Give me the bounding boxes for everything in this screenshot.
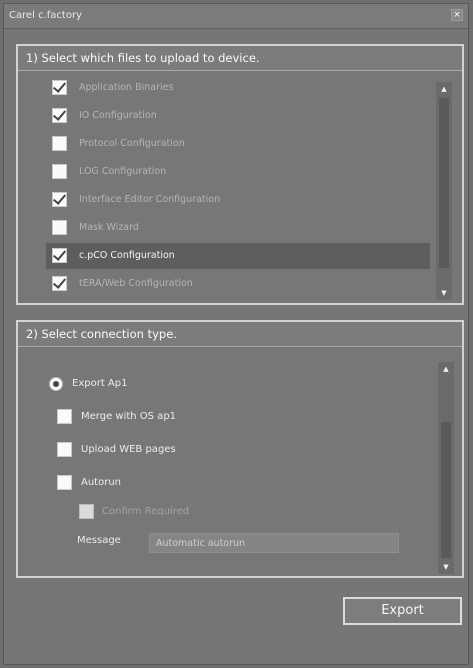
connection-scrollbar[interactable]: ▲ ▼	[438, 362, 454, 574]
checkmark-icon	[52, 247, 67, 261]
file-item-label: IO Configuration	[79, 110, 157, 121]
scroll-down-icon[interactable]: ▼	[438, 560, 454, 574]
files-group-title: 1) Select which files to upload to devic…	[26, 51, 260, 65]
export-ap1-label: Export Ap1	[72, 378, 128, 389]
file-checkbox[interactable]	[52, 107, 67, 123]
connection-group-header: 2) Select connection type.	[18, 322, 462, 347]
files-scrollbar[interactable]: ▲ ▼	[436, 82, 452, 300]
export-ap1-radio[interactable]	[49, 377, 63, 391]
file-list-item[interactable]: Application Binaries	[46, 75, 430, 101]
scroll-thumb[interactable]	[439, 98, 449, 268]
checkmark-icon	[52, 191, 67, 205]
file-list-item[interactable]: tERA/Web Configuration	[46, 271, 430, 297]
file-checkbox[interactable]	[52, 79, 67, 95]
connection-group-title: 2) Select connection type.	[26, 327, 177, 341]
autorun-checkbox[interactable]	[57, 475, 72, 490]
file-item-label: Application Binaries	[79, 82, 174, 93]
merge-os-checkbox[interactable]	[57, 409, 72, 424]
checkmark-icon	[52, 107, 67, 121]
close-icon[interactable]: ×	[451, 9, 463, 21]
file-checkbox[interactable]	[52, 275, 67, 291]
file-item-label: Mask Wizard	[79, 222, 139, 233]
file-item-label: c.pCO Configuration	[79, 250, 175, 261]
window-title: Carel c.factory	[9, 10, 83, 21]
scroll-thumb[interactable]	[441, 422, 451, 558]
file-list-item[interactable]: c.pCO Configuration	[46, 243, 430, 269]
file-checkbox[interactable]	[52, 164, 67, 179]
scroll-up-icon[interactable]: ▲	[438, 362, 454, 376]
merge-os-label: Merge with OS ap1	[81, 411, 177, 422]
file-item-label: tERA/Web Configuration	[79, 278, 193, 289]
files-group: 1) Select which files to upload to devic…	[16, 44, 464, 305]
message-field[interactable]	[149, 533, 399, 553]
title-bar: Carel c.factory ×	[4, 4, 468, 29]
message-label: Message	[77, 535, 121, 546]
file-item-label: LOG Configuration	[79, 166, 167, 177]
file-list-item[interactable]: Interface Editor Configuration	[46, 187, 430, 213]
files-list: Application Binaries IO Configuration Prot…	[46, 75, 430, 299]
export-button[interactable]: Export	[343, 597, 462, 625]
file-item-label: Protocol Configuration	[79, 138, 185, 149]
file-list-item[interactable]: IO Configuration	[46, 103, 430, 129]
confirm-required-label: Confirm Required	[102, 506, 190, 517]
upload-web-label: Upload WEB pages	[81, 444, 176, 455]
file-list-item[interactable]: Mask Wizard	[46, 215, 430, 241]
file-checkbox[interactable]	[52, 136, 67, 151]
file-list-item[interactable]: Protocol Configuration	[46, 131, 430, 157]
file-checkbox[interactable]	[52, 247, 67, 263]
main-window: Carel c.factory × 1) Select which files …	[3, 3, 469, 665]
scroll-up-icon[interactable]: ▲	[436, 82, 452, 96]
files-group-header: 1) Select which files to upload to devic…	[18, 46, 462, 71]
autorun-label: Autorun	[81, 477, 122, 488]
file-checkbox[interactable]	[52, 220, 67, 235]
radio-selected-dot	[53, 381, 59, 387]
file-list-item[interactable]: LOG Configuration	[46, 159, 430, 185]
checkmark-icon	[52, 79, 67, 93]
file-item-label: Interface Editor Configuration	[79, 194, 221, 205]
upload-web-checkbox[interactable]	[57, 442, 72, 457]
checkmark-icon	[52, 275, 67, 289]
confirm-required-checkbox[interactable]	[79, 504, 94, 519]
file-checkbox[interactable]	[52, 191, 67, 207]
scroll-down-icon[interactable]: ▼	[436, 286, 452, 300]
